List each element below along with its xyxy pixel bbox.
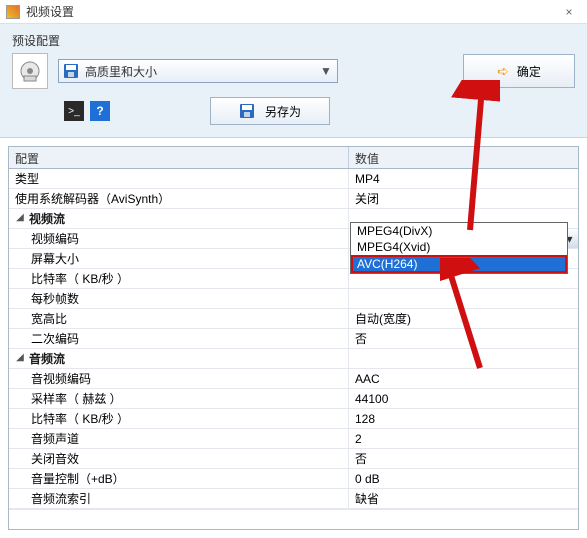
row-label: 比特率（ KB/秒 ） <box>31 410 129 427</box>
table-row[interactable]: 宽高比 自动(宽度) <box>9 309 578 329</box>
table-row[interactable]: 音量控制（+dB） 0 dB <box>9 469 578 489</box>
preset-select[interactable]: 高质里和大小 ▼ <box>58 59 338 83</box>
dropdown-option[interactable]: MPEG4(Xvid) <box>351 239 567 255</box>
table-row[interactable]: 关闭音效 否 <box>9 449 578 469</box>
table-row[interactable]: 二次编码 否 <box>9 329 578 349</box>
row-label: 每秒帧数 <box>31 290 79 307</box>
group-label: 音频流 <box>29 350 65 367</box>
app-icon <box>6 5 20 19</box>
close-button[interactable]: × <box>557 5 581 19</box>
column-header-config[interactable]: 配置 <box>9 147 349 168</box>
console-icon[interactable]: >_ <box>64 101 84 121</box>
window-title: 视频设置 <box>26 3 557 20</box>
row-value: 128 <box>355 412 375 426</box>
row-label: 音量控制（+dB） <box>31 470 125 487</box>
row-value: 44100 <box>355 392 388 406</box>
group-label: 视频流 <box>29 210 65 227</box>
row-value: MP4 <box>355 172 380 186</box>
help-icon[interactable]: ? <box>90 101 110 121</box>
row-label: 采样率（ 赫兹 ） <box>31 390 122 407</box>
preset-selected-text: 高质里和大小 <box>85 63 319 80</box>
table-row[interactable]: 类型 MP4 <box>9 169 578 189</box>
table-row[interactable]: 音视频编码 AAC <box>9 369 578 389</box>
expander-icon[interactable]: ◢ <box>15 354 25 364</box>
table-row[interactable]: ◢ 音频流 <box>9 349 578 369</box>
row-value: AAC <box>355 372 380 386</box>
row-label: 二次编码 <box>31 330 79 347</box>
codec-dropdown-popup[interactable]: MPEG4(DivX)MPEG4(Xvid)AVC(H264) <box>350 222 568 274</box>
row-value: 0 dB <box>355 472 380 486</box>
save-icon <box>239 103 255 119</box>
row-label: 使用系统解码器（AviSynth） <box>15 190 170 207</box>
arrow-right-icon: ➪ <box>497 63 509 80</box>
ok-button[interactable]: ➪ 确定 <box>463 54 575 88</box>
ok-button-label: 确定 <box>517 63 541 80</box>
expander-icon[interactable]: ◢ <box>15 214 25 224</box>
column-header-value[interactable]: 数值 <box>349 147 578 168</box>
row-label: 音频流索引 <box>31 490 91 507</box>
row-label: 音视频编码 <box>31 370 91 387</box>
table-row[interactable]: 比特率（ KB/秒 ） 128 <box>9 409 578 429</box>
row-label: 关闭音效 <box>31 450 79 467</box>
row-label: 屏幕大小 <box>31 250 79 267</box>
preset-icon <box>12 53 48 89</box>
row-label: 视频编码 <box>31 230 79 247</box>
saveas-button[interactable]: 另存为 <box>210 97 330 125</box>
chevron-down-icon: ▼ <box>319 64 333 78</box>
table-row[interactable]: 音频声道 2 <box>9 429 578 449</box>
disk-icon <box>63 63 79 79</box>
row-label: 宽高比 <box>31 310 67 327</box>
row-value: 缺省 <box>355 490 379 507</box>
dropdown-option[interactable]: MPEG4(DivX) <box>351 223 567 239</box>
row-value: 自动(宽度) <box>355 310 411 327</box>
saveas-button-label: 另存为 <box>265 103 301 120</box>
row-value: 否 <box>355 330 367 347</box>
preset-label: 预设配置 <box>12 32 575 49</box>
table-row[interactable]: 音频流索引 缺省 <box>9 489 578 509</box>
row-value: 否 <box>355 450 367 467</box>
settings-grid: 配置 数值 类型 MP4 使用系统解码器（AviSynth） 关闭 ◢ 视频流视频编码 MP… <box>8 146 579 530</box>
row-label: 音频声道 <box>31 430 79 447</box>
dropdown-option[interactable]: AVC(H264) <box>351 255 567 273</box>
table-row[interactable]: 采样率（ 赫兹 ） 44100 <box>9 389 578 409</box>
table-row[interactable]: 每秒帧数 <box>9 289 578 309</box>
row-value: 关闭 <box>355 190 379 207</box>
row-label: 比特率（ KB/秒 ） <box>31 270 129 287</box>
row-label: 类型 <box>15 170 39 187</box>
table-row[interactable]: 使用系统解码器（AviSynth） 关闭 <box>9 189 578 209</box>
row-value: 2 <box>355 432 362 446</box>
